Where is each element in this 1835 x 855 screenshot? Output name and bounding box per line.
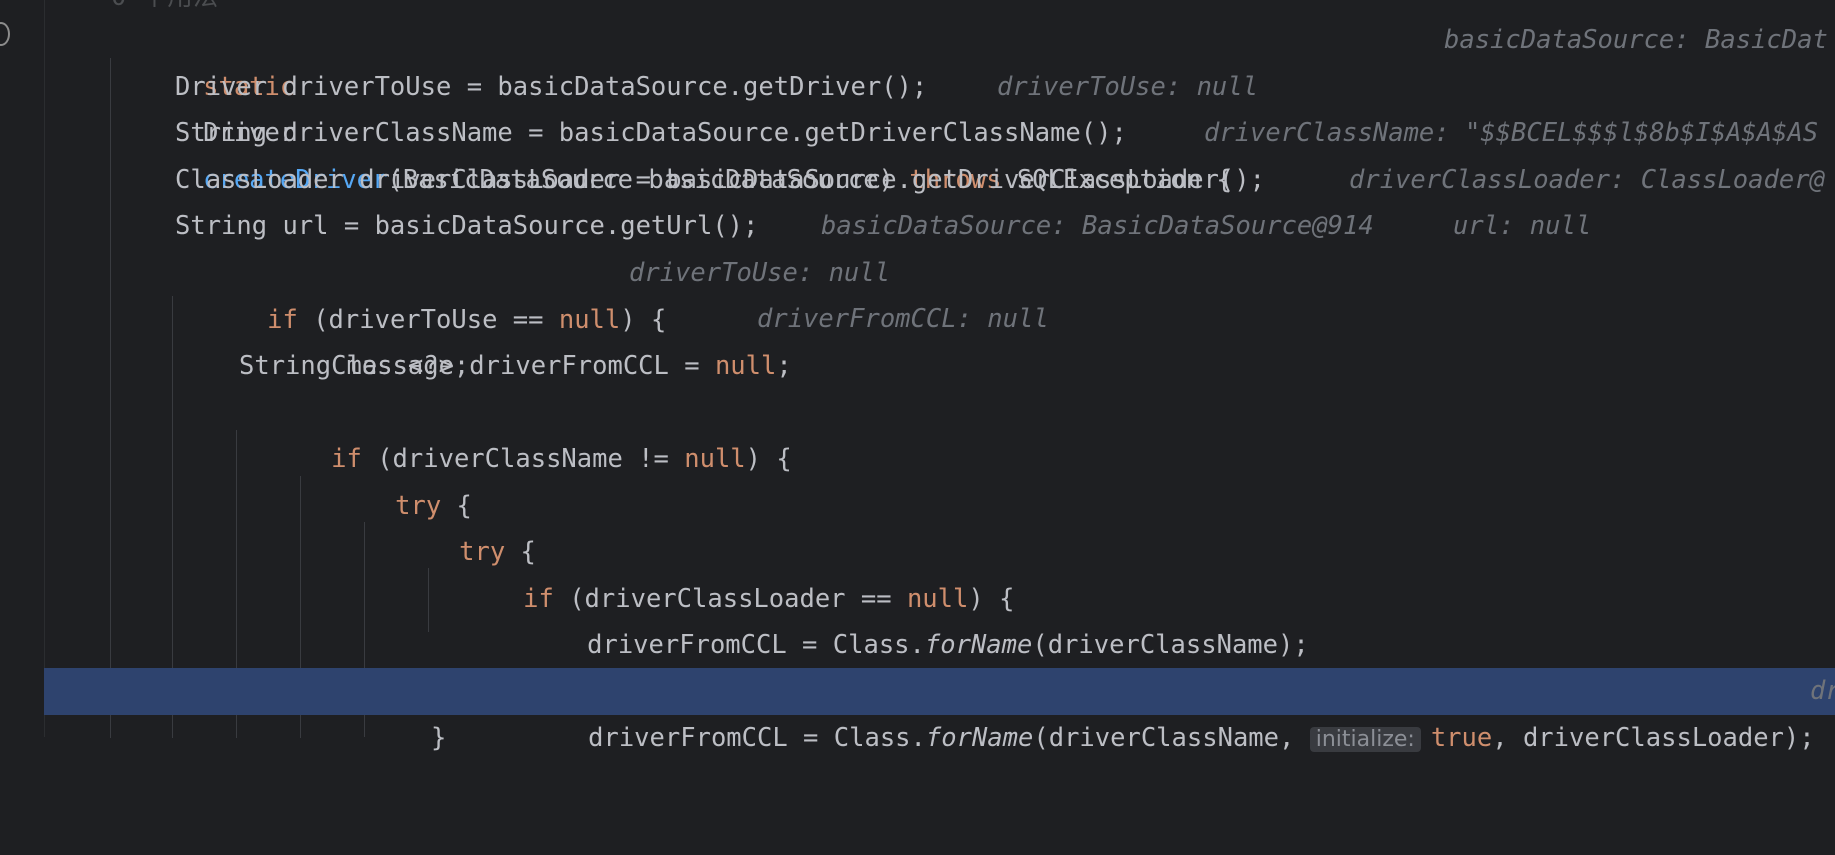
- debug-inline-value: driverClassLoader: ClassLoader@: [1349, 165, 1825, 195]
- code-text: String message;: [239, 351, 470, 381]
- code-line-11[interactable]: try {: [0, 482, 1835, 567]
- code-line-5[interactable]: String url = basicDataSource.getUrl(); b…: [0, 203, 1835, 250]
- code-text: }: [431, 723, 447, 753]
- code-editor[interactable]: 0 个用法 static Driver createDriver(BasicDa…: [0, 0, 1835, 753]
- code-line-6[interactable]: if (driverToUse == null) { driverToUse: …: [0, 250, 1835, 335]
- code-line-1[interactable]: static Driver createDriver(BasicDataSour…: [0, 17, 1835, 195]
- code-line-7[interactable]: Class<?> driverFromCCL = null; driverFro…: [0, 296, 1835, 381]
- debug-inline-value: url: null: [1453, 211, 1592, 241]
- code-line-13[interactable]: driverFromCCL = Class.forName(driverClas…: [0, 575, 1835, 660]
- code-line-12[interactable]: if (driverClassLoader == null) {: [0, 529, 1835, 614]
- debug-inline-value: driverToUse: null: [997, 72, 1258, 102]
- debug-inline-value: driverFromCCL: null: [757, 304, 1049, 334]
- code-line-14[interactable]: } else {: [0, 622, 1835, 707]
- code-line-16[interactable]: }: [0, 715, 1835, 762]
- code-text: ClassLoader driverClassLoader = basicDat…: [175, 165, 1266, 195]
- code-line-8[interactable]: String message;: [0, 343, 1835, 390]
- current-execution-line[interactable]: driverFromCCL = Class.forName(driverClas…: [44, 668, 1835, 753]
- debug-inline-value: dr: [1810, 676, 1835, 706]
- debug-inline-value: basicDataSource: BasicDataSource@914: [821, 211, 1374, 241]
- code-line-3[interactable]: String driverClassName = basicDataSource…: [0, 110, 1835, 157]
- code-line-10[interactable]: try {: [0, 436, 1835, 521]
- code-line-4[interactable]: ClassLoader driverClassLoader = basicDat…: [0, 157, 1835, 204]
- debug-inline-value: driverClassName: "$$BCEL$$$l$8b$I$A$A$AS: [1204, 118, 1819, 148]
- code-text: Driver driverToUse = basicDataSource.get…: [175, 72, 928, 102]
- debug-inline-value: driverToUse: null: [629, 258, 890, 288]
- code-line-9[interactable]: if (driverClassName != null) {: [0, 389, 1835, 474]
- code-text: String url = basicDataSource.getUrl();: [175, 211, 759, 241]
- code-text: String driverClassName = basicDataSource…: [175, 118, 1127, 148]
- code-line-2[interactable]: Driver driverToUse = basicDataSource.get…: [0, 64, 1835, 111]
- debug-inline-value: basicDataSource: BasicDat: [1444, 25, 1828, 55]
